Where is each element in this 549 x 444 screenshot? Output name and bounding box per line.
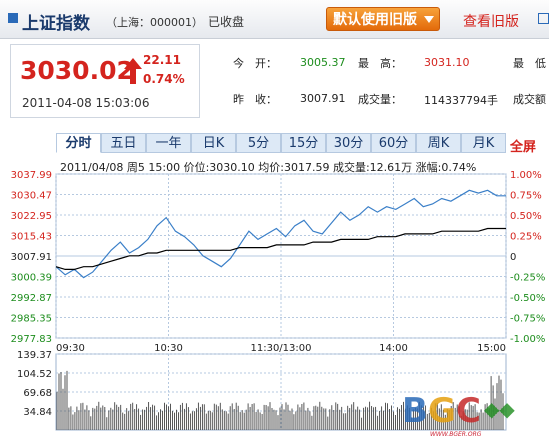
site-watermark-logo: B G C ◆◆ <box>402 391 515 431</box>
price-change-percent: 0.74% <box>143 72 185 86</box>
price-change: 22.11 <box>143 53 181 67</box>
tab-4[interactable]: 5分 <box>236 133 281 153</box>
volume-label: 成交量： <box>358 93 402 106</box>
prev-close-label: 昨 收： <box>233 93 277 106</box>
high-value: 3031.10 <box>424 56 470 69</box>
volume-tick: 139.37 <box>17 350 52 361</box>
y-tick-left: 3015.43 <box>11 232 52 243</box>
up-arrow-icon <box>124 58 142 84</box>
y-tick-right: -0.75% <box>510 314 545 325</box>
y-tick-left: 3030.47 <box>11 191 52 202</box>
volume-value: 114337794手 <box>424 94 498 107</box>
tab-3[interactable]: 日K <box>191 133 236 153</box>
volume-tick: 104.52 <box>17 369 52 380</box>
tab-6[interactable]: 30分 <box>326 133 371 153</box>
low-label: 最 低 <box>513 57 546 70</box>
y-tick-right: -0.50% <box>510 293 545 304</box>
volume-tick: 34.84 <box>23 407 52 418</box>
view-old-version-link[interactable]: 查看旧版 <box>463 11 519 31</box>
y-tick-left: 2977.83 <box>11 334 52 345</box>
current-price: 3030.02 <box>20 56 134 85</box>
tab-2[interactable]: 一年 <box>146 133 191 153</box>
y-tick-right: -1.00% <box>510 334 545 345</box>
x-tick: 15:00 <box>477 343 506 354</box>
watermark-url: WWW.BGER.ORG <box>430 431 482 438</box>
tab-9[interactable]: 月K <box>461 133 506 153</box>
y-tick-right: 0.25% <box>510 232 542 243</box>
page-title: 上证指数 <box>22 14 90 34</box>
y-tick-right: 1.00% <box>510 170 542 181</box>
tab-5[interactable]: 15分 <box>281 133 326 153</box>
x-tick: 11:30/13:00 <box>250 343 311 354</box>
y-tick-left: 3000.39 <box>11 273 52 284</box>
quote-timestamp: 2011-04-08 15:03:06 <box>22 96 150 110</box>
panel-toggle-icon[interactable] <box>538 13 549 24</box>
chevron-down-icon <box>424 16 434 23</box>
x-tick: 10:30 <box>154 343 183 354</box>
high-label: 最 高： <box>358 57 402 70</box>
y-tick-right: 0 <box>510 252 516 263</box>
x-tick: 09:30 <box>56 343 85 354</box>
svg-text:B: B <box>402 391 428 431</box>
y-tick-left: 3022.95 <box>11 211 52 222</box>
y-tick-left: 3037.99 <box>11 170 52 181</box>
tab-7[interactable]: 60分 <box>371 133 416 153</box>
y-tick-left: 2992.87 <box>11 293 52 304</box>
svg-text:◆◆: ◆◆ <box>484 397 515 421</box>
y-tick-left: 2985.35 <box>11 314 52 325</box>
y-tick-right: 0.50% <box>510 211 542 222</box>
period-tabs: 分时 五日 一年 日K 5分 15分 30分 60分 周K 月K <box>56 133 529 153</box>
svg-text:C: C <box>456 391 481 431</box>
tab-0[interactable]: 分时 <box>56 133 101 153</box>
x-tick: 14:00 <box>379 343 408 354</box>
default-old-version-button[interactable]: 默认使用旧版 <box>326 7 440 31</box>
prev-close-value: 3007.91 <box>300 92 346 105</box>
market-status: 已收盘 <box>208 15 245 29</box>
svg-text:G: G <box>428 391 456 431</box>
title-marker-icon <box>8 13 18 23</box>
tab-8[interactable]: 周K <box>416 133 461 153</box>
y-tick-right: -0.25% <box>510 273 545 284</box>
fullscreen-button[interactable]: 全屏 <box>510 136 536 155</box>
exchange-code: （上海：000001） <box>106 16 203 29</box>
y-tick-right: 0.75% <box>510 191 542 202</box>
old-version-button-label: 默认使用旧版 <box>333 12 417 28</box>
open-label: 今 开： <box>233 57 277 70</box>
y-tick-left: 3007.91 <box>11 252 52 263</box>
open-value: 3005.37 <box>300 56 346 69</box>
amount-label: 成交额 <box>513 93 546 106</box>
tab-1[interactable]: 五日 <box>101 133 146 153</box>
volume-tick: 69.68 <box>23 388 52 399</box>
